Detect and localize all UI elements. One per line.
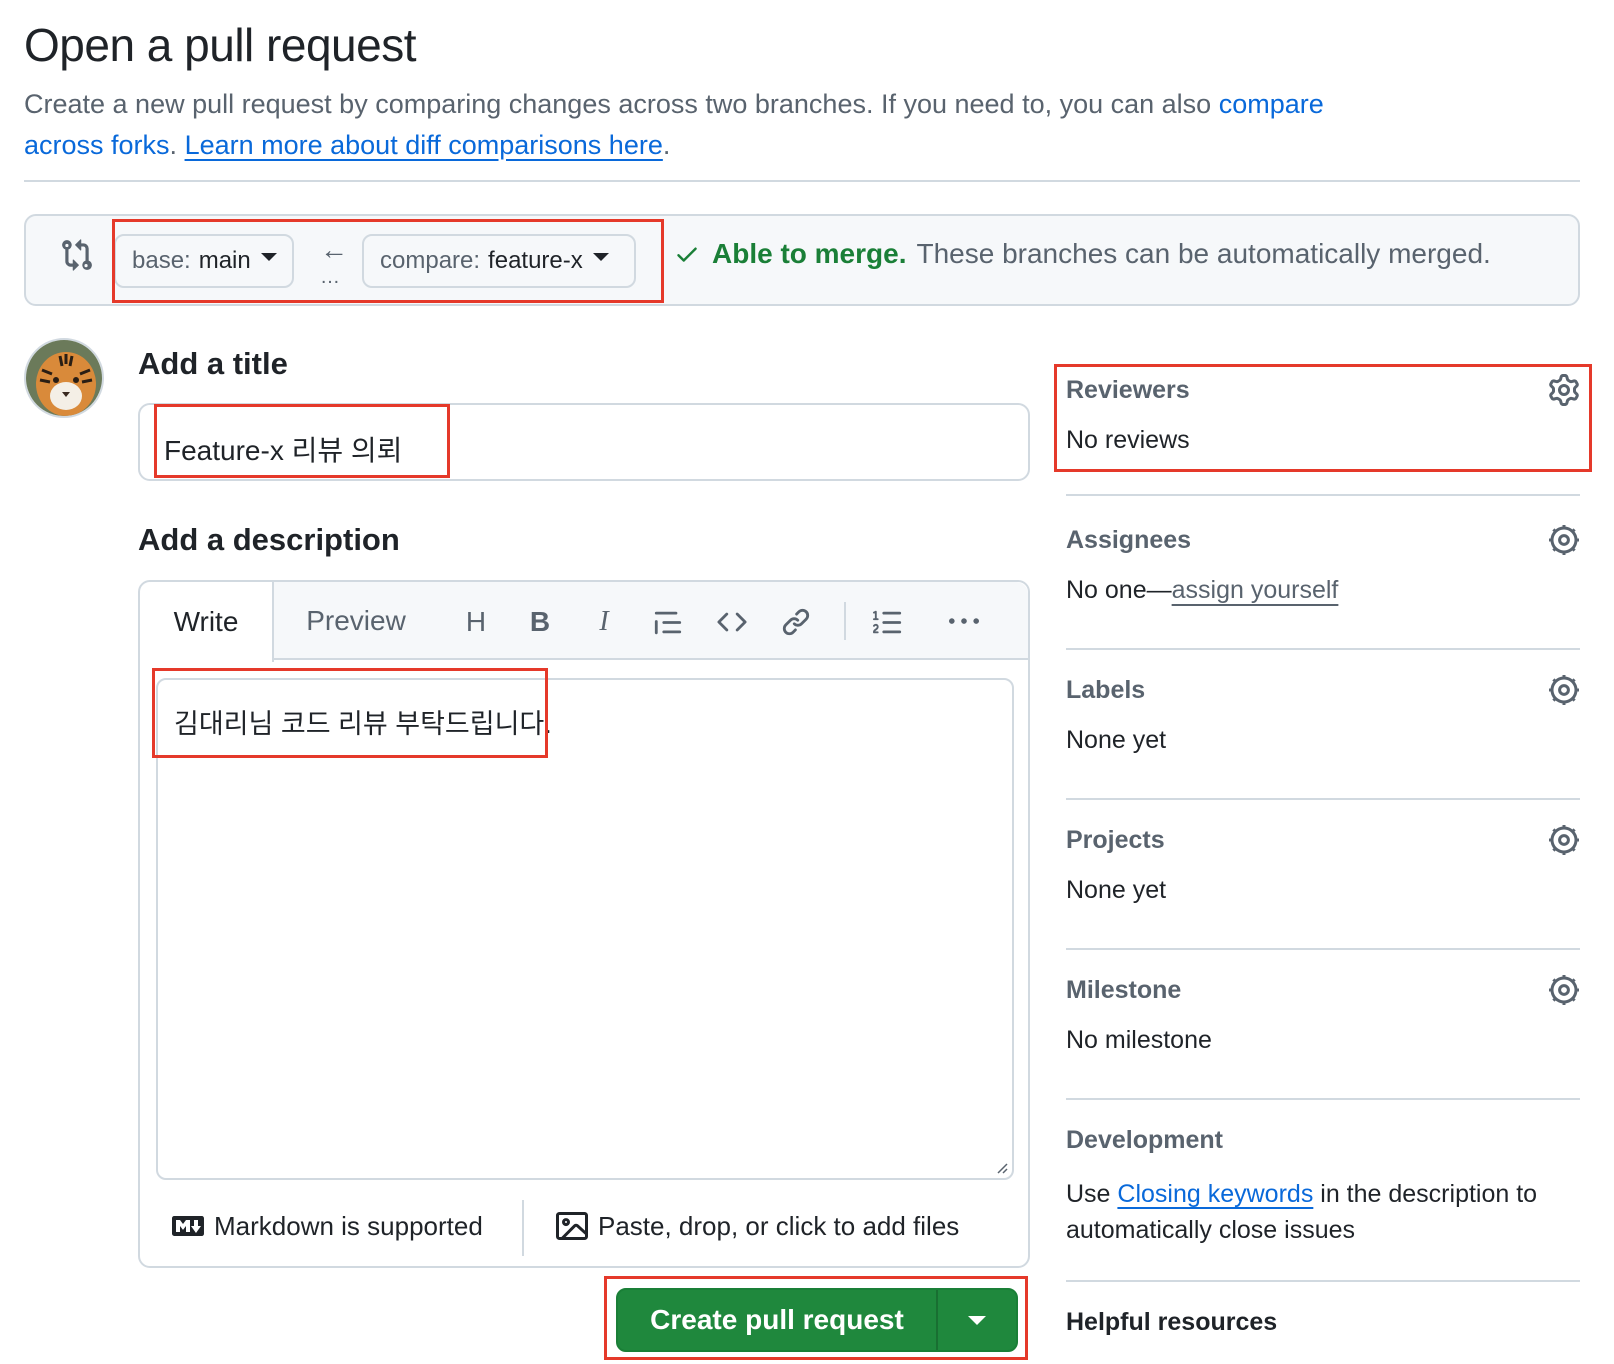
helpful-resources-heading: Helpful resources	[1066, 1308, 1278, 1336]
labels-label: Labels	[1066, 676, 1146, 704]
create-pull-request-label[interactable]: Create pull request	[618, 1290, 936, 1350]
arrow-left-icon: ←	[320, 234, 348, 265]
base-branch-name: main	[198, 247, 251, 274]
projects-value: None yet	[1066, 876, 1167, 904]
intro-text: Create a new pull request by comparing c…	[24, 89, 1219, 119]
assignees-prefix: No one—	[1066, 576, 1172, 604]
reviewers-label: Reviewers	[1066, 376, 1190, 404]
compare-prefix: compare:	[380, 247, 481, 274]
markdown-support-note[interactable]: Markdown is supported	[172, 1210, 483, 1242]
title-heading: Add a title	[138, 346, 288, 381]
compare-bar: base: main ← … compare: feature-x Able to …	[24, 214, 1580, 306]
title-input[interactable]: Feature-x 리뷰 의뢰	[138, 403, 1030, 481]
kebab-horizontal-icon	[949, 618, 979, 624]
description-textarea[interactable]: 김대리님 코드 리뷰 부탁드립니다.	[156, 678, 1014, 1180]
heading-button[interactable]: H	[458, 604, 494, 640]
description-text: 김대리님 코드 리뷰 부탁드립니다.	[174, 709, 552, 739]
header-divider	[24, 180, 1580, 182]
sidebar-divider	[1066, 798, 1580, 800]
sidebar-projects: Projects None yet	[1066, 814, 1580, 968]
image-icon	[556, 1212, 588, 1240]
description-heading: Add a description	[138, 522, 400, 557]
quote-icon	[654, 611, 682, 635]
ordered-list-button[interactable]	[870, 604, 906, 640]
ordered-list-icon	[873, 610, 902, 634]
sidebar-milestone: Milestone No milestone	[1066, 964, 1580, 1118]
more-options-button[interactable]	[946, 604, 982, 640]
description-editor: Write Preview H B I 김대리님 코드 리뷰 부탁드립니다. M…	[138, 580, 1030, 1268]
intro-separator: .	[169, 130, 185, 160]
sidebar-divider	[1066, 948, 1580, 950]
bold-button[interactable]: B	[522, 604, 558, 640]
milestone-value: No milestone	[1066, 1026, 1212, 1054]
base-prefix: base:	[132, 247, 191, 274]
footer-divider	[522, 1200, 524, 1256]
toolbar-divider	[844, 602, 846, 640]
compare-branch-name: feature-x	[488, 247, 583, 274]
italic-button[interactable]: I	[586, 604, 622, 640]
italic-icon: I	[599, 606, 609, 637]
compare-branch-button[interactable]: compare: feature-x	[362, 234, 636, 288]
milestone-label: Milestone	[1066, 976, 1182, 1004]
heading-icon: H	[465, 606, 487, 637]
quote-button[interactable]	[650, 604, 686, 640]
chevron-down-icon[interactable]	[968, 1316, 986, 1325]
sidebar-divider	[1066, 1280, 1580, 1282]
gear-icon[interactable]	[1548, 674, 1580, 706]
intro-end: .	[662, 130, 671, 160]
development-text: Use Closing keywords in the description …	[1066, 1176, 1580, 1248]
link-button[interactable]	[778, 604, 814, 640]
check-icon	[677, 247, 697, 262]
merge-ok-text: Able to merge.	[712, 238, 907, 269]
base-branch-button[interactable]: base: main	[114, 234, 294, 288]
page-intro: Create a new pull request by comparing c…	[24, 84, 1324, 166]
assignees-label: Assignees	[1066, 526, 1192, 554]
markdown-note: Markdown is supported	[214, 1210, 483, 1241]
sidebar-divider	[1066, 1098, 1580, 1100]
ellipsis-icon: …	[320, 266, 341, 288]
closing-keywords-link[interactable]: Closing keywords	[1117, 1180, 1313, 1208]
development-label: Development	[1066, 1126, 1223, 1154]
button-split-divider	[936, 1290, 938, 1350]
gear-icon[interactable]	[1548, 974, 1580, 1006]
tab-preview[interactable]: Preview	[276, 582, 436, 660]
code-button[interactable]	[714, 604, 750, 640]
markdown-icon	[172, 1216, 204, 1236]
code-icon	[717, 612, 747, 632]
projects-label: Projects	[1066, 826, 1165, 854]
development-prefix: Use	[1066, 1180, 1118, 1208]
sidebar-divider	[1066, 648, 1580, 650]
resize-handle-icon[interactable]	[994, 1160, 1008, 1174]
bold-icon: B	[529, 606, 551, 637]
sidebar-divider	[1066, 494, 1580, 496]
attach-files-button[interactable]: Paste, drop, or click to add files	[556, 1210, 959, 1242]
assign-yourself-link[interactable]: assign yourself	[1172, 576, 1339, 604]
files-note: Paste, drop, or click to add files	[598, 1210, 960, 1241]
gear-icon[interactable]	[1548, 374, 1580, 406]
labels-value: None yet	[1066, 726, 1167, 754]
merge-status: Able to merge. These branches can be aut…	[674, 238, 1491, 270]
chevron-down-icon	[592, 253, 609, 261]
sidebar-assignees: Assignees No one—assign yourself	[1066, 514, 1580, 668]
git-compare-icon	[60, 238, 94, 272]
assignees-value: No one—assign yourself	[1066, 576, 1338, 605]
avatar	[24, 338, 104, 418]
editor-toolbar: Write Preview H B I	[140, 582, 1028, 662]
gear-icon[interactable]	[1548, 524, 1580, 556]
sidebar-development: Development Use Closing keywords in the …	[1066, 1114, 1580, 1264]
create-pull-request-button[interactable]: Create pull request	[616, 1288, 1018, 1352]
gear-icon[interactable]	[1548, 824, 1580, 856]
link-icon	[782, 608, 810, 636]
learn-more-link[interactable]: Learn more about diff comparisons here	[185, 130, 663, 160]
editor-footer: Markdown is supported Paste, drop, or cl…	[140, 1192, 1028, 1266]
page-title: Open a pull request	[24, 19, 417, 71]
tab-write[interactable]: Write	[140, 582, 274, 662]
chevron-down-icon	[260, 253, 277, 261]
merge-message: These branches can be automatically merg…	[916, 238, 1491, 269]
reviewers-value: No reviews	[1066, 426, 1190, 454]
sidebar-labels: Labels None yet	[1066, 664, 1580, 818]
